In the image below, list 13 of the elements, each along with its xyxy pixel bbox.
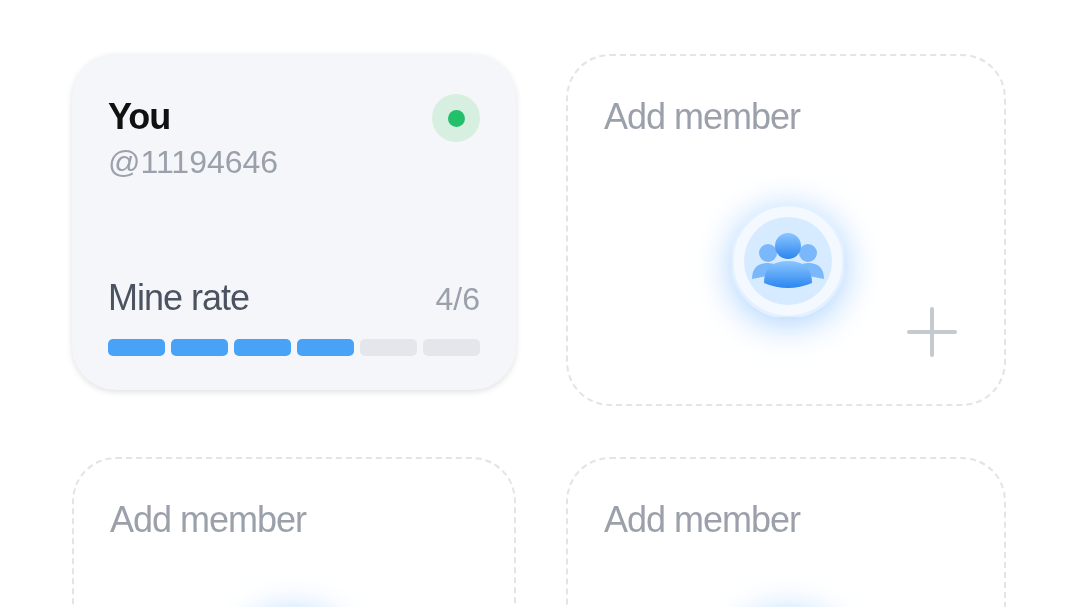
rate-value: 4/6 <box>435 281 480 318</box>
add-member-label: Add member <box>604 499 802 541</box>
add-member-card[interactable]: Add member <box>566 54 1006 406</box>
member-handle: @11194646 <box>108 144 279 181</box>
add-member-label: Add member <box>604 96 802 138</box>
rate-label: Mine rate <box>108 277 250 319</box>
add-member-card[interactable]: Add member <box>72 457 516 607</box>
plus-icon[interactable] <box>906 306 958 358</box>
member-name: You <box>108 96 172 138</box>
add-member-card[interactable]: Add member <box>566 457 1006 607</box>
member-card[interactable]: You @11194646 Mine rate 4/6 <box>72 54 516 390</box>
add-member-label: Add member <box>110 499 308 541</box>
people-icon <box>732 205 844 317</box>
